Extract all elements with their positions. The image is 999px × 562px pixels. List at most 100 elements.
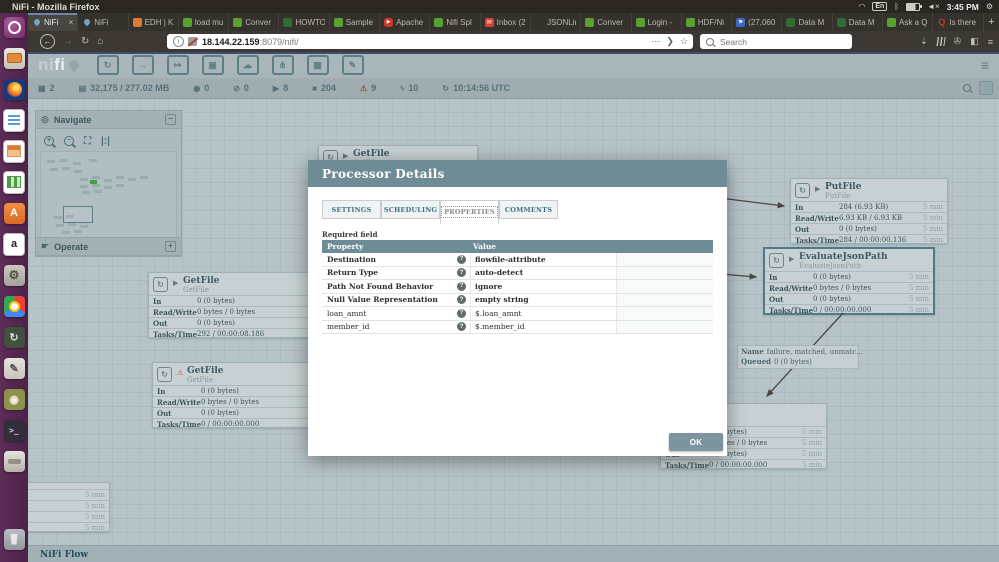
browser-tab[interactable]: JSONLint - bbox=[531, 13, 581, 31]
remote-process-group-icon[interactable]: ☁ bbox=[237, 55, 259, 75]
canvas-search-icon[interactable] bbox=[963, 84, 971, 92]
operate-header[interactable]: ☛ Operate + bbox=[36, 238, 181, 256]
dock-libreoffice-writer[interactable] bbox=[3, 109, 25, 131]
dock-system-settings[interactable]: ⚙ bbox=[3, 264, 25, 286]
dock-firefox[interactable] bbox=[3, 78, 25, 100]
dock-files[interactable] bbox=[3, 47, 25, 69]
property-info-icon[interactable]: ? bbox=[457, 322, 466, 331]
browser-tab[interactable]: Login - bbox=[632, 13, 682, 31]
dialog-tab-comments[interactable]: COMMENTS bbox=[499, 200, 558, 219]
property-info-icon[interactable]: ? bbox=[457, 268, 466, 277]
browser-tab[interactable]: Conver bbox=[229, 13, 279, 31]
downloads-icon[interactable]: ⇣ bbox=[920, 36, 928, 47]
insecure-connection-icon[interactable] bbox=[188, 37, 197, 46]
search-input[interactable] bbox=[718, 36, 832, 48]
dock-backup-tool[interactable]: ↻ bbox=[3, 326, 25, 348]
back-button[interactable]: ← bbox=[40, 34, 55, 49]
dialog-tab-properties[interactable]: PROPERTIES bbox=[440, 200, 499, 224]
dock-ubuntu[interactable] bbox=[3, 16, 25, 38]
dialog-tab-scheduling[interactable]: SCHEDULING bbox=[381, 200, 440, 219]
navigate-header[interactable]: ◎ Navigate − bbox=[36, 111, 181, 129]
browser-tab[interactable]: Ask a Q bbox=[883, 13, 933, 31]
home-button[interactable]: ⌂ bbox=[97, 36, 103, 47]
search-bar[interactable] bbox=[700, 34, 852, 49]
browser-tab[interactable]: ⚑(27,060 bbox=[732, 13, 782, 31]
output-port-icon[interactable]: ↦ bbox=[167, 55, 189, 75]
property-value-cell[interactable]: ignore bbox=[470, 280, 616, 293]
property-value-cell[interactable]: auto-detect bbox=[470, 267, 616, 280]
session-gear-icon[interactable]: ⚙ bbox=[986, 0, 993, 13]
dialog-tab-settings[interactable]: SETTINGS bbox=[322, 200, 381, 219]
dock-screenshot-tool[interactable]: ◉ bbox=[3, 388, 25, 410]
property-value-cell[interactable]: $.member_id bbox=[470, 321, 616, 334]
menu-icon[interactable]: ≡ bbox=[988, 37, 993, 47]
clock[interactable]: 3:45 PM bbox=[947, 2, 979, 12]
zoom-fit-icon[interactable]: ⛶ bbox=[84, 136, 91, 147]
page-actions-icon[interactable]: ⋯ bbox=[651, 36, 660, 47]
dock-disk-utility[interactable] bbox=[3, 450, 25, 472]
reload-button[interactable]: ↻ bbox=[81, 36, 89, 47]
dock-libreoffice-calc[interactable] bbox=[3, 171, 25, 193]
zoom-in-icon[interactable]: + bbox=[44, 136, 54, 146]
browser-tab[interactable]: Data M bbox=[782, 13, 832, 31]
screenshots-icon[interactable]: ✇ bbox=[954, 36, 962, 47]
property-value-cell[interactable]: empty string bbox=[470, 294, 616, 307]
browser-tab[interactable]: ▶Apache bbox=[380, 13, 430, 31]
browser-tab[interactable]: HOWTO bbox=[279, 13, 329, 31]
minimap-viewport[interactable] bbox=[63, 206, 93, 223]
template-icon[interactable]: ▦ bbox=[307, 55, 329, 75]
expand-operate-button[interactable]: + bbox=[165, 241, 176, 252]
dock-libreoffice-impress[interactable] bbox=[3, 140, 25, 162]
browser-tab[interactable]: EDH | K bbox=[129, 13, 179, 31]
zoom-actual-icon[interactable]: |:| bbox=[101, 136, 110, 147]
property-value-cell[interactable]: $.loan_amnt bbox=[470, 307, 616, 320]
library-icon[interactable] bbox=[936, 37, 945, 46]
settings-square-icon[interactable] bbox=[979, 81, 993, 95]
battery-icon[interactable] bbox=[906, 3, 920, 11]
page-info-icon[interactable]: i bbox=[173, 36, 184, 47]
browser-tab[interactable]: QIs there bbox=[933, 13, 983, 31]
birdseye-minimap[interactable] bbox=[40, 151, 177, 249]
browser-tab[interactable]: ✉Inbox (2 bbox=[481, 13, 531, 31]
funnel-icon[interactable]: ⋔ bbox=[272, 55, 294, 75]
dock-amazon[interactable]: a bbox=[3, 233, 25, 255]
tab-close-icon[interactable]: × bbox=[69, 18, 74, 27]
property-info-icon[interactable]: ? bbox=[457, 282, 466, 291]
browser-tab[interactable]: Data M bbox=[833, 13, 883, 31]
property-value-cell[interactable]: flowfile-attribute bbox=[470, 253, 616, 266]
keyboard-layout-indicator[interactable]: En bbox=[872, 2, 887, 11]
bluetooth-icon[interactable]: ᛒ bbox=[894, 0, 899, 13]
collapse-navigate-button[interactable]: − bbox=[165, 114, 176, 125]
input-port-icon[interactable]: → bbox=[132, 55, 154, 75]
new-tab-button[interactable]: + bbox=[984, 13, 999, 31]
sidebar-icon[interactable]: ◧ bbox=[970, 36, 979, 47]
browser-tab[interactable]: Nifi Spl bbox=[430, 13, 480, 31]
connection-label[interactable]: Namefailure, matched, unmatc... Queued0 … bbox=[737, 345, 859, 369]
volume-muted-icon[interactable]: ◄× bbox=[927, 0, 940, 13]
label-icon[interactable]: ✎ bbox=[342, 55, 364, 75]
browser-tab[interactable]: Sample bbox=[330, 13, 380, 31]
processor-icon[interactable]: ↻ bbox=[97, 55, 119, 75]
dock-text-editor[interactable]: ✎ bbox=[3, 357, 25, 379]
dock-trash[interactable] bbox=[3, 528, 25, 550]
browser-tab[interactable]: Conver bbox=[581, 13, 631, 31]
dock-terminal[interactable]: >_ bbox=[3, 419, 25, 441]
bookmark-star-icon[interactable]: ☆ bbox=[680, 36, 688, 47]
process-group-icon[interactable]: ▣ bbox=[202, 55, 224, 75]
property-info-icon[interactable]: ? bbox=[457, 255, 466, 264]
browser-tab[interactable]: load mu bbox=[179, 13, 229, 31]
url-bar[interactable]: i 18.144.22.159:8079/nifi/ ⋯ ❯ ☆ bbox=[167, 34, 693, 49]
wifi-icon[interactable]: ◠ bbox=[858, 0, 865, 13]
property-info-icon[interactable]: ? bbox=[457, 309, 466, 318]
browser-tab[interactable]: NiFi× bbox=[28, 13, 78, 31]
forward-button[interactable]: → bbox=[63, 36, 73, 47]
breadcrumb[interactable]: NiFi Flow bbox=[40, 550, 88, 560]
property-info-icon[interactable]: ? bbox=[457, 295, 466, 304]
dock-software-center[interactable]: A bbox=[3, 202, 25, 224]
pocket-icon[interactable]: ❯ bbox=[666, 36, 674, 47]
ok-button[interactable]: OK bbox=[669, 433, 723, 451]
browser-tab[interactable]: NiFi bbox=[78, 13, 128, 31]
dock-chrome[interactable] bbox=[3, 295, 25, 317]
zoom-out-icon[interactable]: − bbox=[64, 136, 74, 146]
browser-tab[interactable]: HDF/Ni bbox=[682, 13, 732, 31]
